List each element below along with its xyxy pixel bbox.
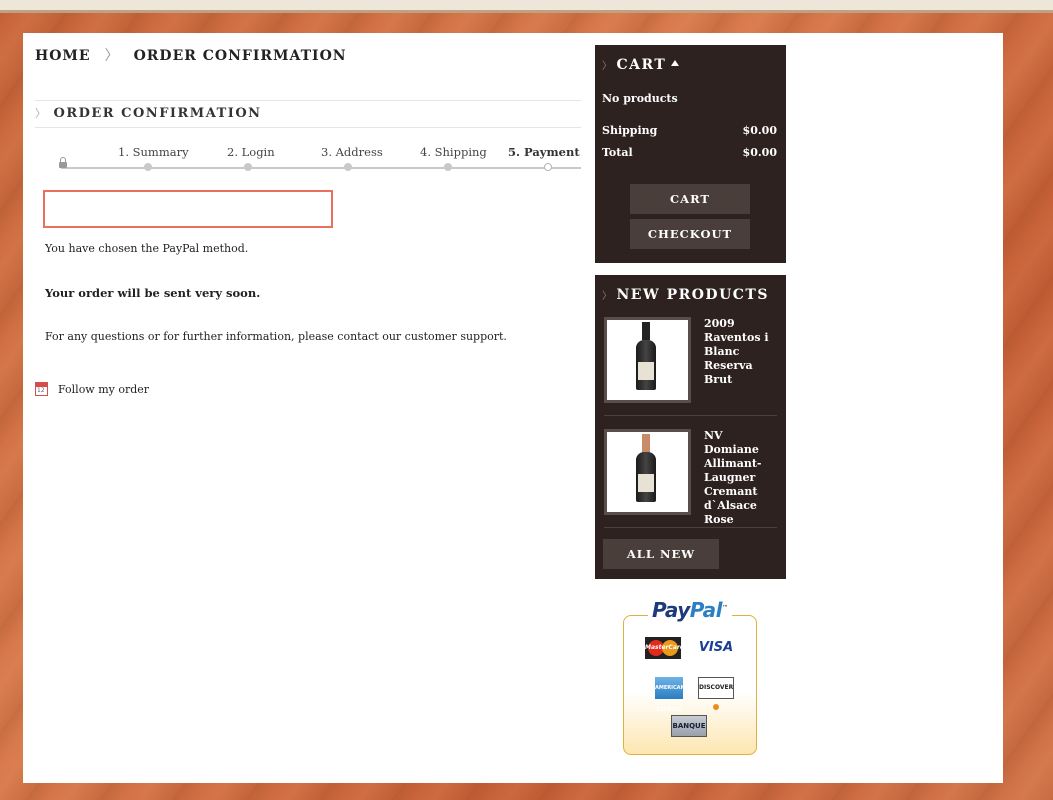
breadcrumb: HOME 〉 ORDER CONFIRMATION (35, 45, 347, 65)
wine-bottle-image (634, 434, 658, 502)
step-summary: 1. Summary (118, 145, 189, 159)
total-label: Total (602, 146, 633, 159)
product-divider (604, 415, 777, 416)
order-sent-message: Your order will be sent very soon. (45, 286, 261, 300)
wine-bottle-image (634, 322, 658, 390)
breadcrumb-home-link[interactable]: HOME (35, 48, 91, 64)
shipping-value: $0.00 (742, 124, 777, 137)
support-message: For any questions or for further informa… (45, 330, 507, 343)
order-steps: 1. Summary 2. Login 3. Address 4. Shippi… (53, 145, 581, 175)
follow-order-link[interactable]: Follow my order (35, 382, 149, 396)
visa-logo: VISA (698, 640, 734, 655)
paypal-method-message: You have chosen the PayPal method. (45, 242, 249, 255)
all-new-button[interactable]: ALL NEW (603, 539, 719, 569)
total-value: $0.00 (742, 146, 777, 159)
main-content: HOME 〉 ORDER CONFIRMATION 〉 ORDER CONFIRMAT… (23, 33, 1003, 783)
paypal-logo: PayPal™ (648, 598, 732, 622)
step-shipping-dot (444, 163, 452, 171)
mastercard-logo: MasterCard (645, 637, 684, 659)
step-shipping: 4. Shipping (420, 145, 487, 159)
shipping-label: Shipping (602, 124, 658, 137)
step-payment: 5. Payment (508, 145, 580, 159)
product-image-2[interactable] (604, 429, 691, 515)
page-title-text: ORDER CONFIRMATION (53, 106, 262, 121)
step-login: 2. Login (227, 145, 275, 159)
follow-order-label[interactable]: Follow my order (58, 383, 149, 396)
chevron-right-icon: 〉 (602, 61, 614, 72)
cart-block: 〉 CART No products Shipping $0.00 Total $… (595, 45, 786, 263)
step-login-dot (244, 163, 252, 171)
amex-logo: AMERICAN EXPRESS (655, 677, 685, 713)
product-name-1[interactable]: 2009 Raventos i Blanc Reserva Brut (704, 317, 779, 387)
top-bar (0, 0, 1053, 13)
cart-button[interactable]: CART (630, 184, 750, 214)
highlighted-empty-box (43, 190, 333, 228)
banque-logo: BANQUE (671, 715, 707, 737)
step-address: 3. Address (321, 145, 383, 159)
discover-logo: DISCOVER (698, 677, 734, 710)
breadcrumb-separator: 〉 (104, 48, 120, 64)
checkout-button[interactable]: CHECKOUT (630, 219, 750, 249)
cart-title[interactable]: 〉 CART (602, 57, 680, 73)
new-products-block: 〉 NEW PRODUCTS 2009 Raventos i Blanc Rese… (595, 275, 786, 579)
caret-up-icon[interactable] (671, 60, 680, 66)
new-products-title-text: NEW PRODUCTS (616, 287, 769, 303)
new-products-title: 〉 NEW PRODUCTS (602, 287, 769, 303)
steps-progress-line (61, 167, 581, 169)
breadcrumb-current: ORDER CONFIRMATION (133, 48, 347, 64)
cart-empty-text: No products (602, 92, 678, 105)
step-summary-dot (144, 163, 152, 171)
chevron-right-icon: 〉 (35, 107, 48, 120)
product-image-1[interactable] (604, 317, 691, 403)
page-title: 〉 ORDER CONFIRMATION (35, 100, 581, 128)
lock-icon (59, 157, 67, 168)
product-name-2[interactable]: NV Domiane Allimant-Laugner Cremant d`Al… (704, 429, 779, 527)
step-payment-dot (544, 163, 552, 171)
product-divider (604, 527, 777, 528)
cart-title-text[interactable]: CART (617, 57, 667, 73)
step-address-dot (344, 163, 352, 171)
chevron-right-icon: 〉 (602, 291, 614, 302)
calendar-icon (35, 382, 48, 396)
